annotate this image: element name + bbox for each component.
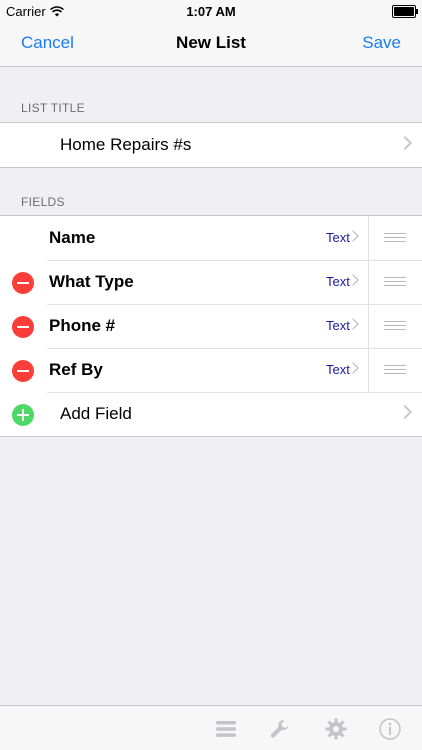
field-row[interactable]: Name Text — [0, 216, 422, 260]
divider — [368, 348, 369, 392]
battery-icon — [392, 5, 418, 18]
wrench-icon[interactable] — [269, 717, 293, 741]
field-name: Ref By — [49, 360, 103, 379]
navigation-bar: Cancel New List Save — [0, 22, 422, 67]
delete-field-button[interactable] — [12, 316, 34, 338]
list-title-value: Home Repairs #s — [60, 135, 192, 154]
field-name: What Type — [49, 272, 134, 291]
chevron-right-icon — [397, 135, 413, 151]
field-name: Name — [49, 228, 96, 247]
field-type-button[interactable]: Text — [326, 362, 350, 377]
field-name: Phone # — [49, 316, 116, 335]
delete-field-button[interactable] — [12, 360, 34, 382]
battery-fill — [394, 7, 414, 16]
list-title-header: LIST TITLE — [21, 101, 85, 115]
gear-icon[interactable] — [324, 717, 348, 741]
field-type-button[interactable]: Text — [326, 318, 350, 333]
cancel-button[interactable]: Cancel — [21, 33, 74, 53]
status-bar: Carrier 1:07 AM — [0, 0, 422, 22]
divider — [368, 216, 369, 260]
info-icon[interactable] — [378, 717, 402, 741]
drag-handle-icon[interactable] — [384, 233, 406, 243]
field-row[interactable]: What Type Text — [0, 260, 422, 304]
field-row[interactable]: Ref By Text — [0, 348, 422, 392]
bottom-toolbar — [0, 705, 422, 750]
chevron-right-icon — [397, 404, 413, 420]
fields-header: FIELDS — [21, 195, 65, 209]
delete-field-button[interactable] — [12, 272, 34, 294]
list-title-group: Home Repairs #s — [0, 122, 422, 168]
fields-group: Name Text What Type Text Phone # Text Re… — [0, 215, 422, 437]
drag-handle-icon[interactable] — [384, 321, 406, 331]
field-type-button[interactable]: Text — [326, 230, 350, 245]
list-title-row[interactable]: Home Repairs #s — [0, 123, 422, 167]
list-icon[interactable] — [214, 717, 238, 741]
field-row[interactable]: Phone # Text — [0, 304, 422, 348]
status-time: 1:07 AM — [186, 4, 236, 19]
add-field-row[interactable]: Add Field — [0, 392, 422, 436]
add-field-button[interactable] — [12, 404, 34, 426]
drag-handle-icon[interactable] — [384, 277, 406, 287]
add-field-label: Add Field — [60, 404, 132, 423]
save-button[interactable]: Save — [362, 33, 401, 53]
drag-handle-icon[interactable] — [384, 365, 406, 375]
divider — [368, 304, 369, 348]
divider — [368, 260, 369, 304]
field-type-button[interactable]: Text — [326, 274, 350, 289]
